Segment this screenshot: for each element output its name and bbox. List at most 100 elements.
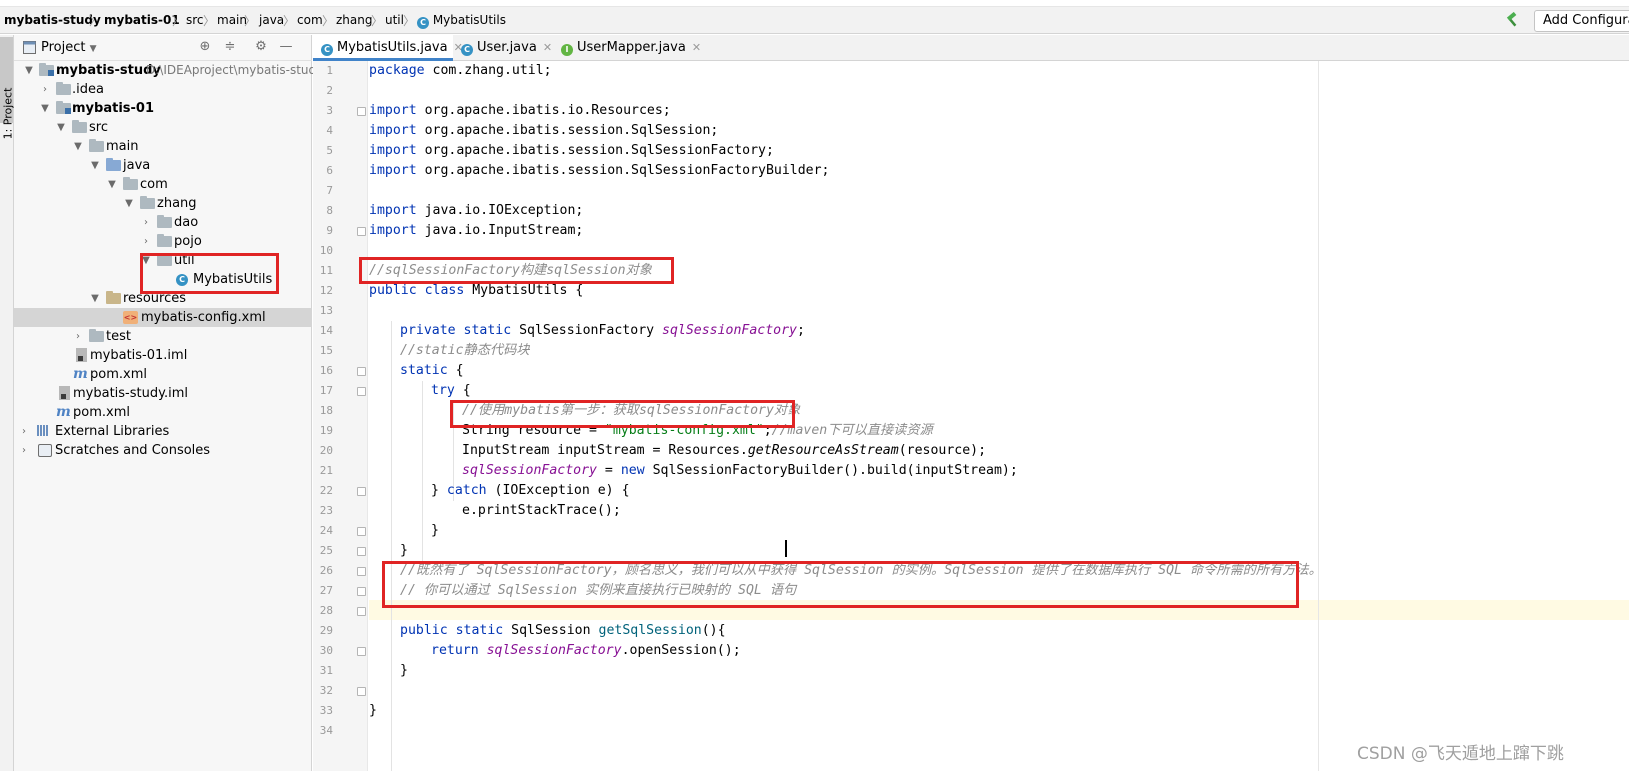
tree-item-label: Scratches and Consoles	[55, 443, 211, 458]
line-number: 3	[326, 104, 333, 117]
code-line-1: package com.zhang.util;	[369, 63, 552, 78]
chevron-down-icon[interactable]: ▼	[89, 290, 101, 307]
breadcrumb-item-current[interactable]: C MybatisUtils	[417, 13, 506, 29]
collapse-all-icon[interactable]: ≑	[223, 40, 237, 54]
code-line-16: static {	[400, 363, 464, 378]
project-view-selector[interactable]: Project ▼	[41, 40, 97, 55]
breadcrumb-item[interactable]: mybatis-study	[4, 13, 101, 27]
navigation-bar: mybatis-study 〉 mybatis-01 〉 src 〉 main …	[0, 6, 1629, 34]
fold-marker[interactable]	[357, 587, 366, 596]
code-line-15: //static静态代码块	[400, 343, 530, 358]
tab-mybatisutils[interactable]: C MybatisUtils.java ✕	[313, 35, 463, 61]
tree-item-src[interactable]: ▼ src	[14, 118, 312, 137]
add-configuration-button[interactable]: Add Configuration...	[1534, 10, 1629, 32]
fold-marker[interactable]	[357, 107, 366, 116]
chevron-right-icon[interactable]: ›	[18, 423, 30, 440]
line-number: 25	[319, 544, 333, 557]
line-number: 7	[326, 184, 333, 197]
chevron-right-icon[interactable]: ›	[72, 328, 84, 345]
tree-item-idea[interactable]: › .idea	[14, 80, 312, 99]
code-line-21: sqlSessionFactory = new SqlSessionFactor…	[462, 463, 1018, 478]
class-icon: C	[321, 44, 333, 56]
line-number: 2	[326, 84, 333, 97]
close-icon[interactable]: ✕	[692, 41, 701, 54]
line-number: 31	[319, 664, 333, 677]
tree-item-mybatis-study-iml[interactable]: mybatis-study.iml	[14, 384, 312, 403]
fold-marker[interactable]	[357, 227, 366, 236]
resources-folder-icon	[106, 291, 121, 304]
chevron-right-icon[interactable]: ›	[18, 442, 30, 459]
breadcrumb-item[interactable]: zhang	[336, 13, 372, 27]
chevron-down-icon[interactable]: ▼	[39, 100, 51, 117]
breadcrumb-item[interactable]: mybatis-01	[104, 13, 180, 27]
breadcrumb-separator: 〉	[371, 14, 384, 28]
tree-item-com[interactable]: ▼ com	[14, 175, 312, 194]
fold-marker[interactable]	[357, 607, 366, 616]
chevron-down-icon[interactable]: ▼	[123, 195, 135, 212]
fold-marker[interactable]	[357, 687, 366, 696]
tree-item-test[interactable]: › test	[14, 327, 312, 346]
tree-item-java[interactable]: ▼ java	[14, 156, 312, 175]
tree-item-dao[interactable]: › dao	[14, 213, 312, 232]
right-margin-guide	[1318, 61, 1319, 771]
tree-item-mybatis-study[interactable]: ▼ mybatis-study D:\IDEAproject\mybatis-s…	[14, 61, 323, 80]
close-icon[interactable]: ✕	[543, 41, 552, 54]
breadcrumb-item[interactable]: util	[385, 13, 404, 27]
tree-item-mybatis-config-xml[interactable]: <> mybatis-config.xml	[14, 308, 312, 327]
tree-item-pojo[interactable]: › pojo	[14, 232, 312, 251]
tree-item-mybatis-01[interactable]: ▼ mybatis-01	[14, 99, 312, 118]
fold-marker[interactable]	[357, 647, 366, 656]
gear-icon[interactable]: ⚙	[254, 40, 268, 54]
class-icon: C	[461, 44, 473, 56]
tab-user[interactable]: C User.java ✕	[453, 35, 553, 61]
project-panel: Project ▼ ⊕ ≑ ⚙ — ▼ mybatis-study D:\IDE…	[14, 35, 323, 771]
tree-item-main[interactable]: ▼ main	[14, 137, 312, 156]
fold-marker[interactable]	[357, 547, 366, 556]
indent-guide	[391, 321, 392, 771]
breadcrumb-item[interactable]: java	[259, 13, 284, 27]
code-line-33: }	[369, 703, 377, 718]
tree-item-path: D:\IDEAproject\mybatis-study	[146, 63, 324, 77]
maven-icon: m	[56, 404, 71, 420]
tree-item-pom-xml-root[interactable]: m pom.xml	[14, 403, 312, 422]
fold-marker[interactable]	[357, 527, 366, 536]
locate-target-icon[interactable]: ⊕	[198, 40, 212, 54]
minimize-icon[interactable]: —	[279, 40, 293, 54]
breadcrumb-item[interactable]: src	[186, 13, 204, 27]
tree-item-scratches[interactable]: › Scratches and Consoles	[14, 441, 312, 460]
tree-item-zhang[interactable]: ▼ zhang	[14, 194, 312, 213]
chevron-down-icon[interactable]: ▼	[55, 119, 67, 136]
tab-usermapper[interactable]: I UserMapper.java ✕	[553, 35, 701, 61]
chevron-down-icon[interactable]: ▼	[23, 62, 35, 79]
chevron-down-icon[interactable]: ▼	[106, 176, 118, 193]
tree-item-pom-xml[interactable]: m pom.xml	[14, 365, 312, 384]
code-line-31: }	[400, 663, 408, 678]
package-icon	[157, 215, 172, 228]
chevron-down-icon[interactable]: ▼	[89, 157, 101, 174]
line-number: 10	[319, 244, 333, 257]
chevron-down-icon[interactable]: ▼	[72, 138, 84, 155]
project-tool-window-button[interactable]: 1: Project	[0, 37, 15, 139]
breadcrumb-item[interactable]: com	[297, 13, 323, 27]
fold-marker[interactable]	[357, 367, 366, 376]
build-hammer-icon[interactable]	[1504, 12, 1520, 28]
fold-marker[interactable]	[357, 487, 366, 496]
tree-item-external-libraries[interactable]: › External Libraries	[14, 422, 312, 441]
library-icon	[37, 425, 52, 438]
code-line-9: import java.io.InputStream;	[369, 223, 584, 238]
line-number: 22	[319, 484, 333, 497]
breadcrumb-item[interactable]: main	[217, 13, 247, 27]
chevron-right-icon[interactable]: ›	[140, 214, 152, 231]
line-number: 26	[319, 564, 333, 577]
chevron-right-icon[interactable]: ›	[140, 233, 152, 250]
code-line-4: import org.apache.ibatis.session.SqlSess…	[369, 123, 719, 138]
chevron-right-icon[interactable]: ›	[39, 81, 51, 98]
text-caret	[785, 540, 787, 557]
fold-marker[interactable]	[357, 387, 366, 396]
tree-item-label: src	[89, 120, 108, 135]
fold-marker[interactable]	[357, 567, 366, 576]
breadcrumb-separator: 〉	[203, 14, 216, 28]
breadcrumb-separator: 〉	[403, 14, 416, 28]
tree-item-mybatis-01-iml[interactable]: mybatis-01.iml	[14, 346, 312, 365]
code-line-6: import org.apache.ibatis.session.SqlSess…	[369, 163, 830, 178]
